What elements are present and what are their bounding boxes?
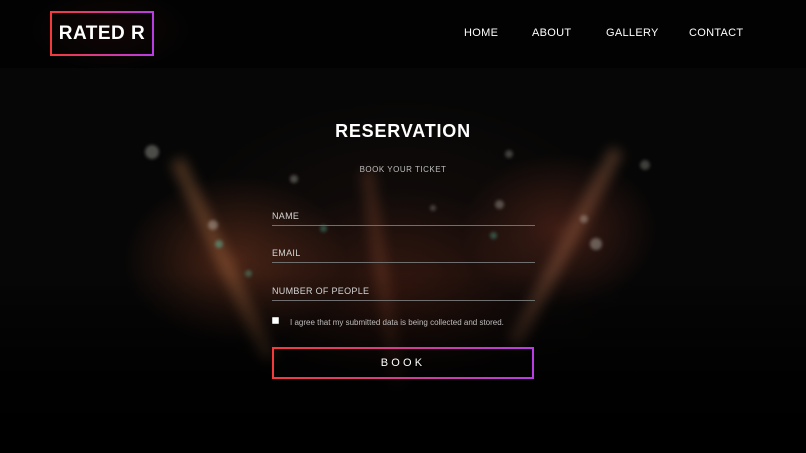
site-logo[interactable]: RATED R: [50, 11, 154, 56]
book-button[interactable]: BOOK: [272, 347, 534, 379]
site-header: RATED R HOME ABOUT GALLERY CONTACT: [0, 0, 806, 68]
consent-label: I agree that my submitted data is being …: [290, 318, 504, 327]
page-subtitle: BOOK YOUR TICKET: [359, 165, 447, 174]
number-of-people-field[interactable]: [272, 281, 535, 301]
nav-about[interactable]: ABOUT: [532, 27, 571, 39]
page-title: RESERVATION: [335, 121, 471, 141]
consent-checkbox[interactable]: [272, 317, 279, 324]
nav-contact[interactable]: CONTACT: [689, 27, 743, 39]
nav-gallery[interactable]: GALLERY: [606, 27, 659, 39]
email-field[interactable]: [272, 243, 535, 263]
name-field[interactable]: [272, 206, 535, 226]
nav-home[interactable]: HOME: [464, 27, 498, 39]
